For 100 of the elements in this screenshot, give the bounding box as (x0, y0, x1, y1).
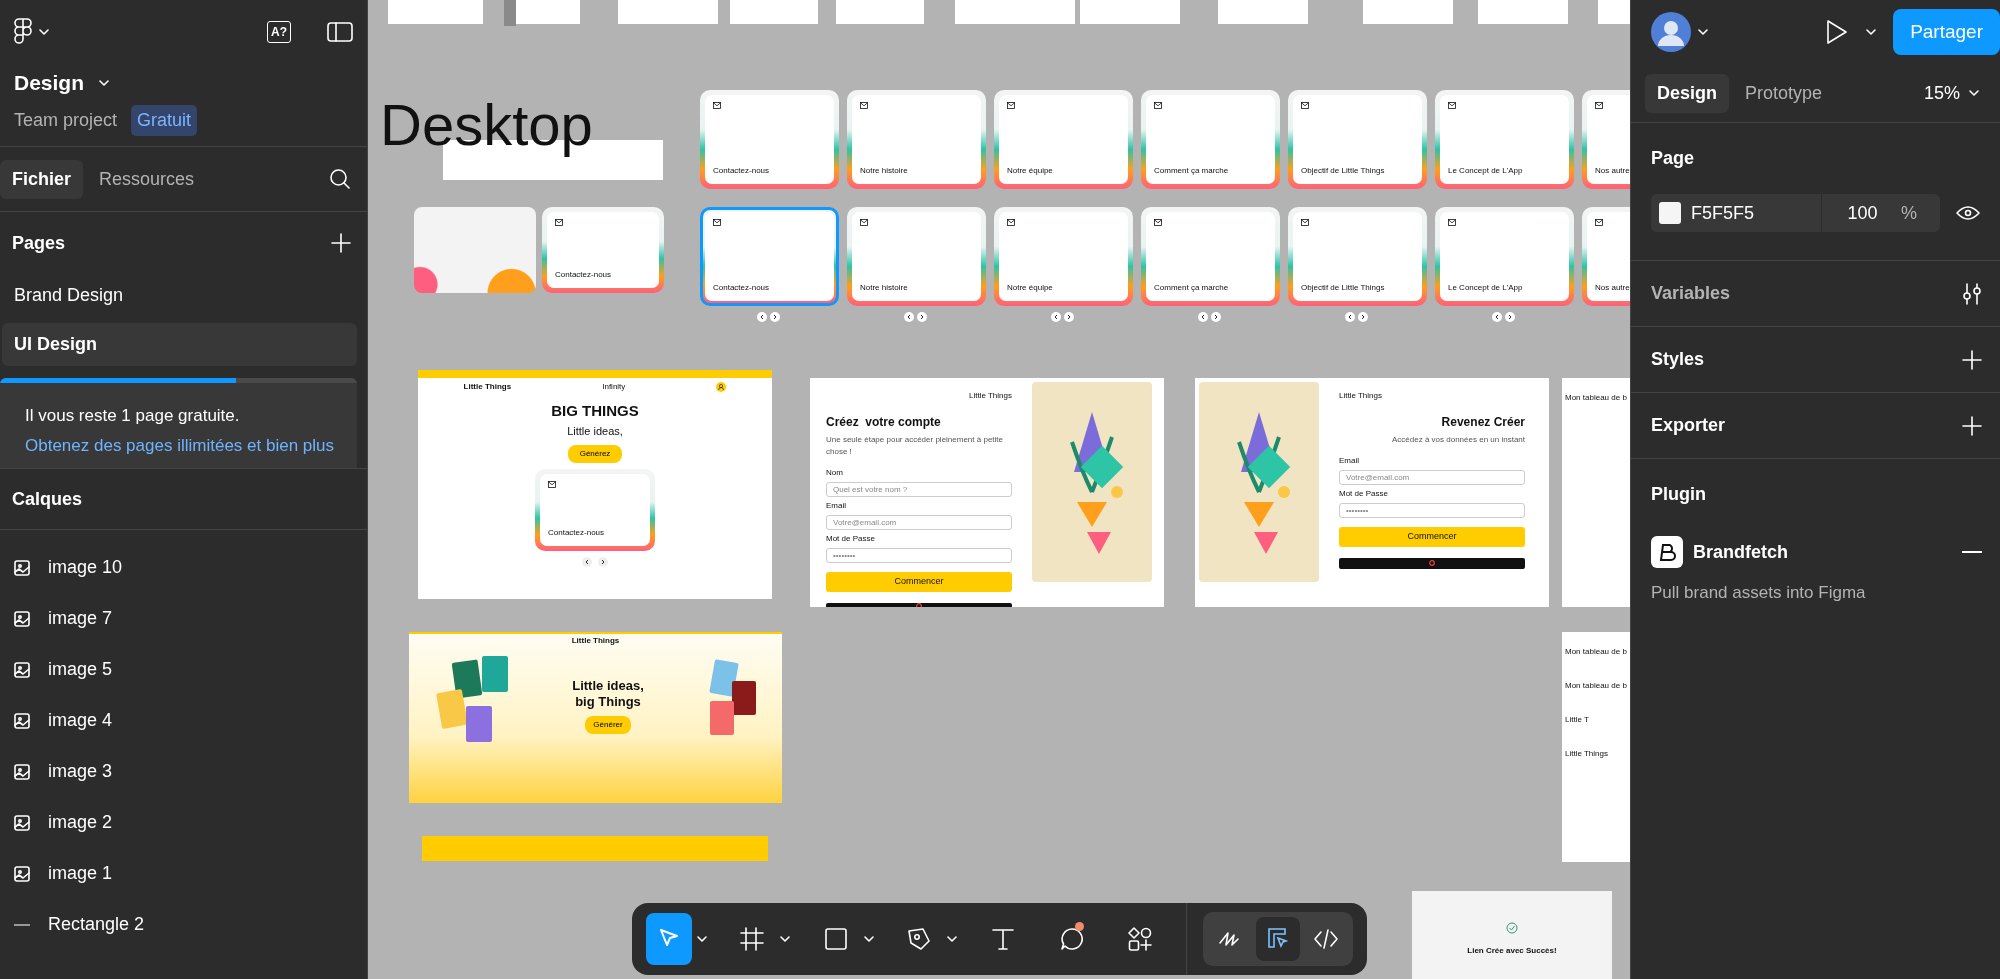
layer-item[interactable]: Rectangle 2 (0, 899, 367, 950)
brand-name: Little Things (1339, 390, 1383, 402)
panel-tab[interactable]: Design (1645, 73, 1729, 113)
zoom-dropdown[interactable]: 15% (1917, 78, 1986, 108)
layer-name: image 2 (48, 811, 113, 834)
layer-item[interactable]: image 5 (0, 644, 367, 695)
caret-icon[interactable] (98, 78, 110, 88)
envelope-icon (1301, 102, 1309, 109)
layer-name: Rectangle 2 (48, 913, 145, 936)
card-title: Notre équipe (1007, 165, 1054, 177)
headline: Little ideas, big Things (571, 678, 645, 710)
field-label: Mot de Passe (1339, 488, 1389, 500)
envelope-icon (860, 219, 868, 226)
image-icon (14, 661, 30, 678)
caret-icon[interactable] (1865, 27, 1878, 37)
chevron-left-icon (1492, 312, 1502, 322)
help-button[interactable]: A? (267, 21, 291, 43)
card-title: Notre équipe (1007, 282, 1054, 294)
envelope-icon (1448, 219, 1456, 226)
user-icon (716, 382, 727, 392)
caret-icon[interactable] (38, 27, 50, 37)
sliders-icon[interactable] (1962, 282, 1982, 305)
envelope-icon (1301, 219, 1309, 226)
figma-logo-icon[interactable] (14, 18, 32, 46)
caret-icon[interactable] (1697, 27, 1709, 37)
section-title: Exporter (1651, 414, 1726, 437)
layer-item[interactable]: image 3 (0, 746, 367, 797)
envelope-icon (1154, 219, 1162, 226)
caret-icon[interactable] (862, 934, 875, 944)
envelope-icon (1448, 102, 1456, 109)
panel-tab[interactable]: Ressources (87, 159, 207, 199)
form-subtitle: Accédez à vos données en un instant (1391, 434, 1525, 446)
frame-heading: Mon tableau de b (1565, 392, 1628, 404)
start-button[interactable]: Commencer (1339, 527, 1525, 547)
line-icon (14, 922, 30, 927)
add-icon[interactable] (1962, 415, 1982, 436)
caret-icon[interactable] (946, 934, 959, 944)
page-item[interactable]: Brand Design (2, 274, 357, 317)
chevron-right-icon (770, 312, 780, 322)
add-icon[interactable] (331, 233, 351, 253)
chevron-left-icon (757, 312, 767, 322)
envelope-icon (713, 219, 721, 226)
chevron-right-icon (598, 557, 608, 567)
layer-item[interactable]: image 2 (0, 797, 367, 848)
form-title: Revenez Créer (1440, 414, 1525, 431)
caret-icon[interactable] (695, 934, 708, 944)
color-field[interactable]: F5F5F5 100 % (1651, 194, 1940, 232)
frame-heading: Mon tableau de b (1565, 646, 1628, 658)
image-icon (14, 712, 30, 729)
field-label: Email (1339, 455, 1360, 467)
layer-item[interactable]: image 1 (0, 848, 367, 899)
avatar-icon[interactable] (1651, 12, 1691, 52)
upgrade-link[interactable]: Obtenez des pages illimitées et bien plus (0, 432, 357, 468)
section-title: Plugin (1651, 483, 1707, 506)
chevron-left-icon (1198, 312, 1208, 322)
chevron-right-icon (1505, 312, 1515, 322)
plugin-logo-icon[interactable] (1651, 536, 1683, 568)
chevron-left-icon (904, 312, 914, 322)
success-title: Lien Crée avec Succès! (1466, 945, 1558, 957)
sidebar-toggle-icon[interactable] (327, 22, 353, 42)
eye-icon[interactable] (1956, 205, 1980, 221)
layer-name: image 3 (48, 760, 113, 783)
start-button[interactable]: Commencer (826, 572, 1012, 592)
envelope-icon (860, 102, 868, 109)
caret-icon[interactable] (779, 934, 792, 944)
card-title: Le Concept de L'App (1448, 282, 1524, 294)
add-icon[interactable] (1962, 349, 1982, 370)
project-name: Team project (14, 108, 118, 132)
frame-heading: Little T (1565, 714, 1590, 726)
frame-heading: Little Things (1565, 748, 1609, 760)
generate-button[interactable]: Générer (585, 715, 631, 734)
envelope-icon (713, 102, 721, 109)
file-title[interactable]: Design (14, 67, 84, 99)
layer-item[interactable]: image 10 (0, 542, 367, 593)
tagline: Little ideas, (566, 423, 624, 439)
plugin-name[interactable]: Brandfetch (1693, 538, 1952, 566)
collapse-icon[interactable] (1962, 550, 1982, 554)
page-item[interactable]: UI Design (2, 323, 357, 366)
brand-name: Little Things (968, 390, 1012, 402)
search-icon[interactable] (329, 168, 351, 190)
envelope-icon (1007, 102, 1015, 109)
chevron-left-icon (582, 557, 592, 567)
check-circle-icon (1506, 921, 1518, 934)
envelope-icon (1007, 219, 1015, 226)
panel-tab[interactable]: Prototype (1733, 73, 1835, 113)
input-field: Quel est votre nom ? (826, 482, 1012, 497)
chevron-right-icon (1358, 312, 1368, 322)
layer-item[interactable]: image 7 (0, 593, 367, 644)
envelope-icon (1154, 102, 1162, 109)
layer-item[interactable]: image 4 (0, 695, 367, 746)
cursor-tool-button[interactable] (646, 913, 692, 965)
caret-icon (1968, 88, 1980, 98)
card-title: Nos autre (1595, 282, 1630, 294)
panel-tab[interactable]: Fichier (0, 159, 84, 199)
layer-name: image 7 (48, 607, 113, 630)
card-title: Objectif de Little Things (1301, 282, 1386, 294)
section-title: Variables (1651, 282, 1731, 305)
generate-button[interactable]: Générez (567, 445, 623, 463)
envelope-icon (548, 481, 556, 488)
ruler-cursor-mode-button[interactable] (1255, 917, 1300, 961)
